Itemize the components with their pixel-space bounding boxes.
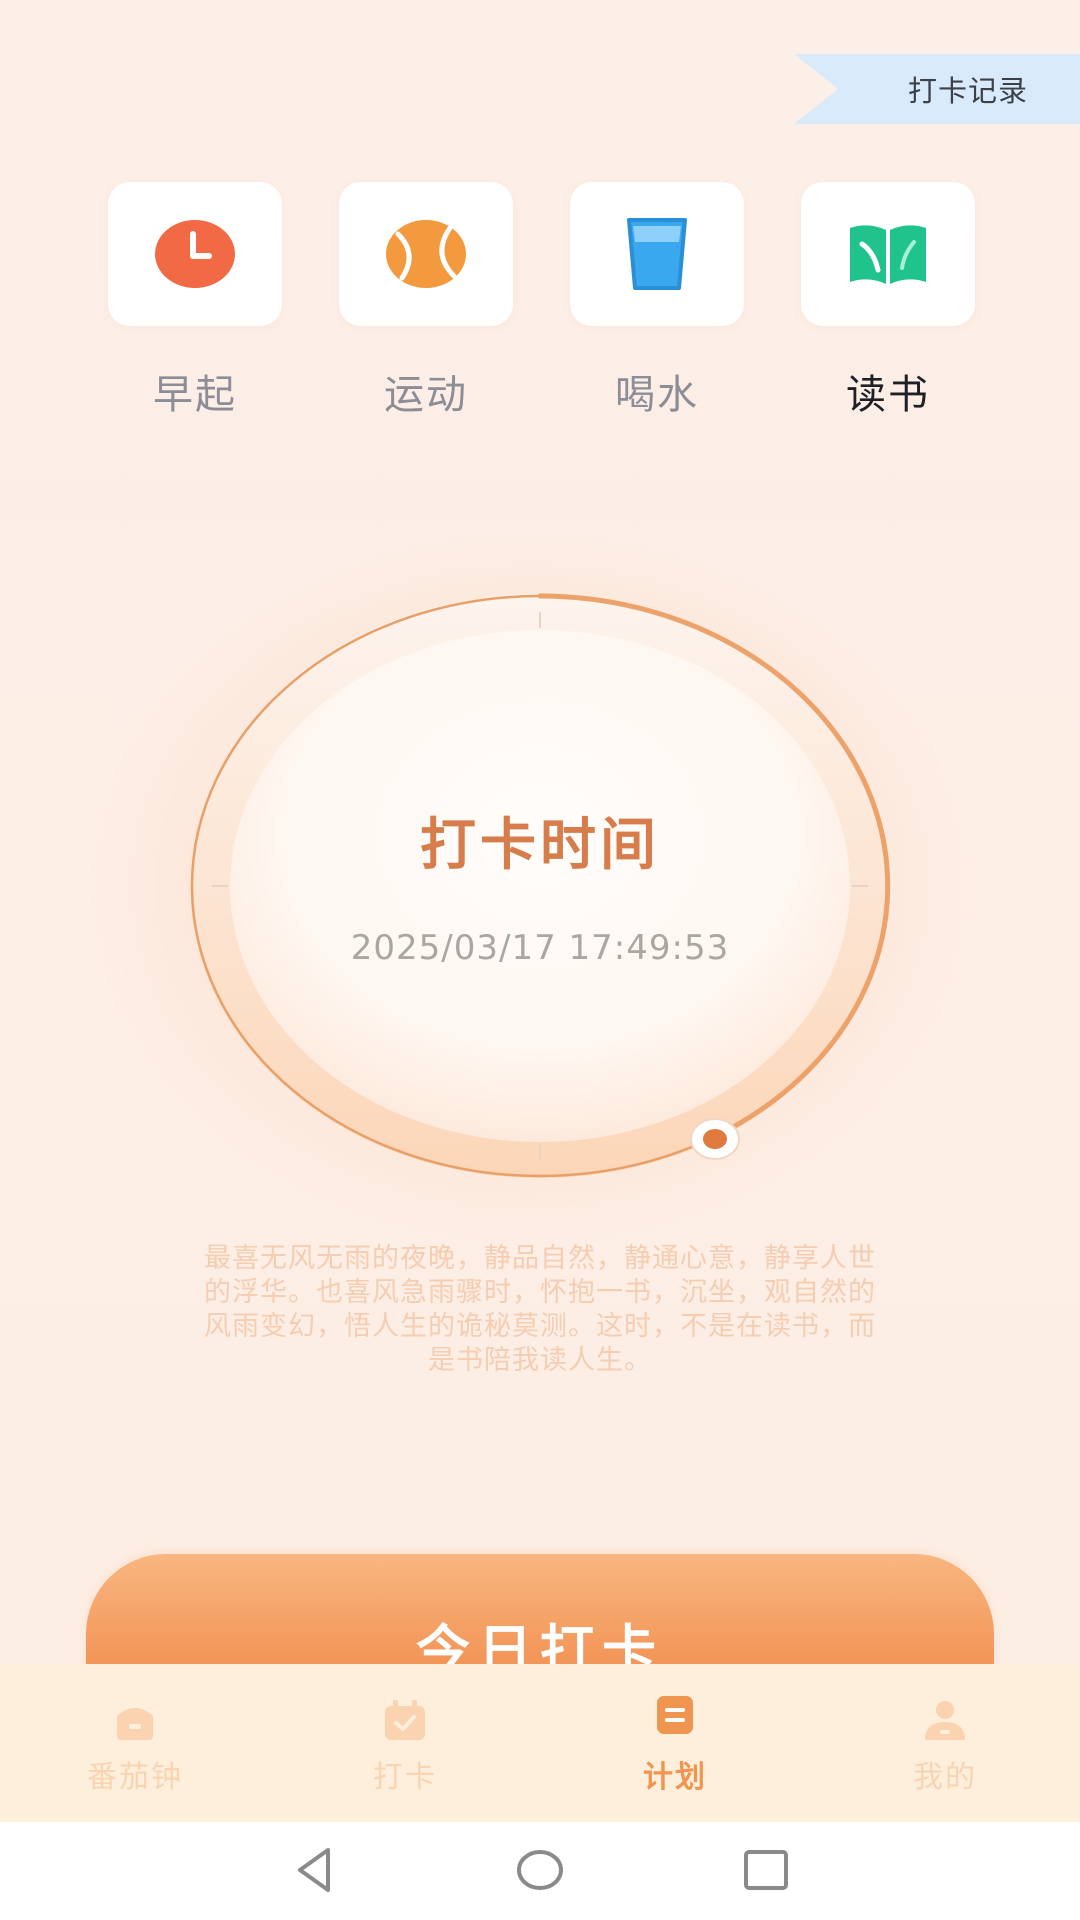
list-icon	[657, 1696, 693, 1734]
tab-label-mine: 我的	[913, 1760, 977, 1795]
dial-face	[230, 630, 850, 1142]
user-icon	[925, 1701, 965, 1740]
bottom-tab-bar: 番茄钟 打卡 计划 我的	[0, 1664, 1080, 1822]
tab-mine[interactable]: 我的	[845, 1664, 1045, 1822]
tab-pomodoro[interactable]: 番茄钟	[35, 1664, 235, 1822]
tab-label-pomodoro: 番茄钟	[87, 1760, 183, 1795]
tab-label-plan: 计划	[643, 1760, 707, 1795]
tab-label-checkin: 打卡	[373, 1760, 437, 1795]
checkin-dial	[190, 593, 891, 1178]
home-icon	[117, 1708, 153, 1740]
checkin-time-title: 打卡时间	[420, 813, 660, 878]
recents-icon[interactable]	[736, 1840, 796, 1900]
system-nav-bar	[0, 1822, 1080, 1920]
home-circle-icon[interactable]	[510, 1840, 570, 1900]
checkin-datetime: 2025/03/17 17:49:53	[350, 928, 730, 968]
dial-knob-dot	[703, 1129, 727, 1149]
tab-plan[interactable]: 计划	[575, 1664, 775, 1822]
reading-quote: 最喜无风无雨的夜晚，静品自然，静通心意，静享人世 的浮华。也喜风急雨骤时，怀抱一…	[124, 1242, 956, 1378]
tab-checkin[interactable]: 打卡	[305, 1664, 505, 1822]
quote-line: 的浮华。也喜风急雨骤时，怀抱一书，沉坐，观自然的	[204, 1277, 876, 1308]
quote-line: 风雨变幻，悟人生的诡秘莫测。这时，不是在读书，而	[204, 1311, 876, 1342]
back-icon[interactable]	[286, 1840, 346, 1900]
quote-line: 是书陪我读人生。	[428, 1345, 652, 1376]
quote-line: 最喜无风无雨的夜晚，静品自然，静通心意，静享人世	[204, 1243, 876, 1274]
app-screen: 打卡记录 早起 运动 喝水 读书 打卡时间 2025/03/17 17:49:5…	[0, 0, 1080, 1822]
calendar-check-icon	[385, 1700, 425, 1740]
